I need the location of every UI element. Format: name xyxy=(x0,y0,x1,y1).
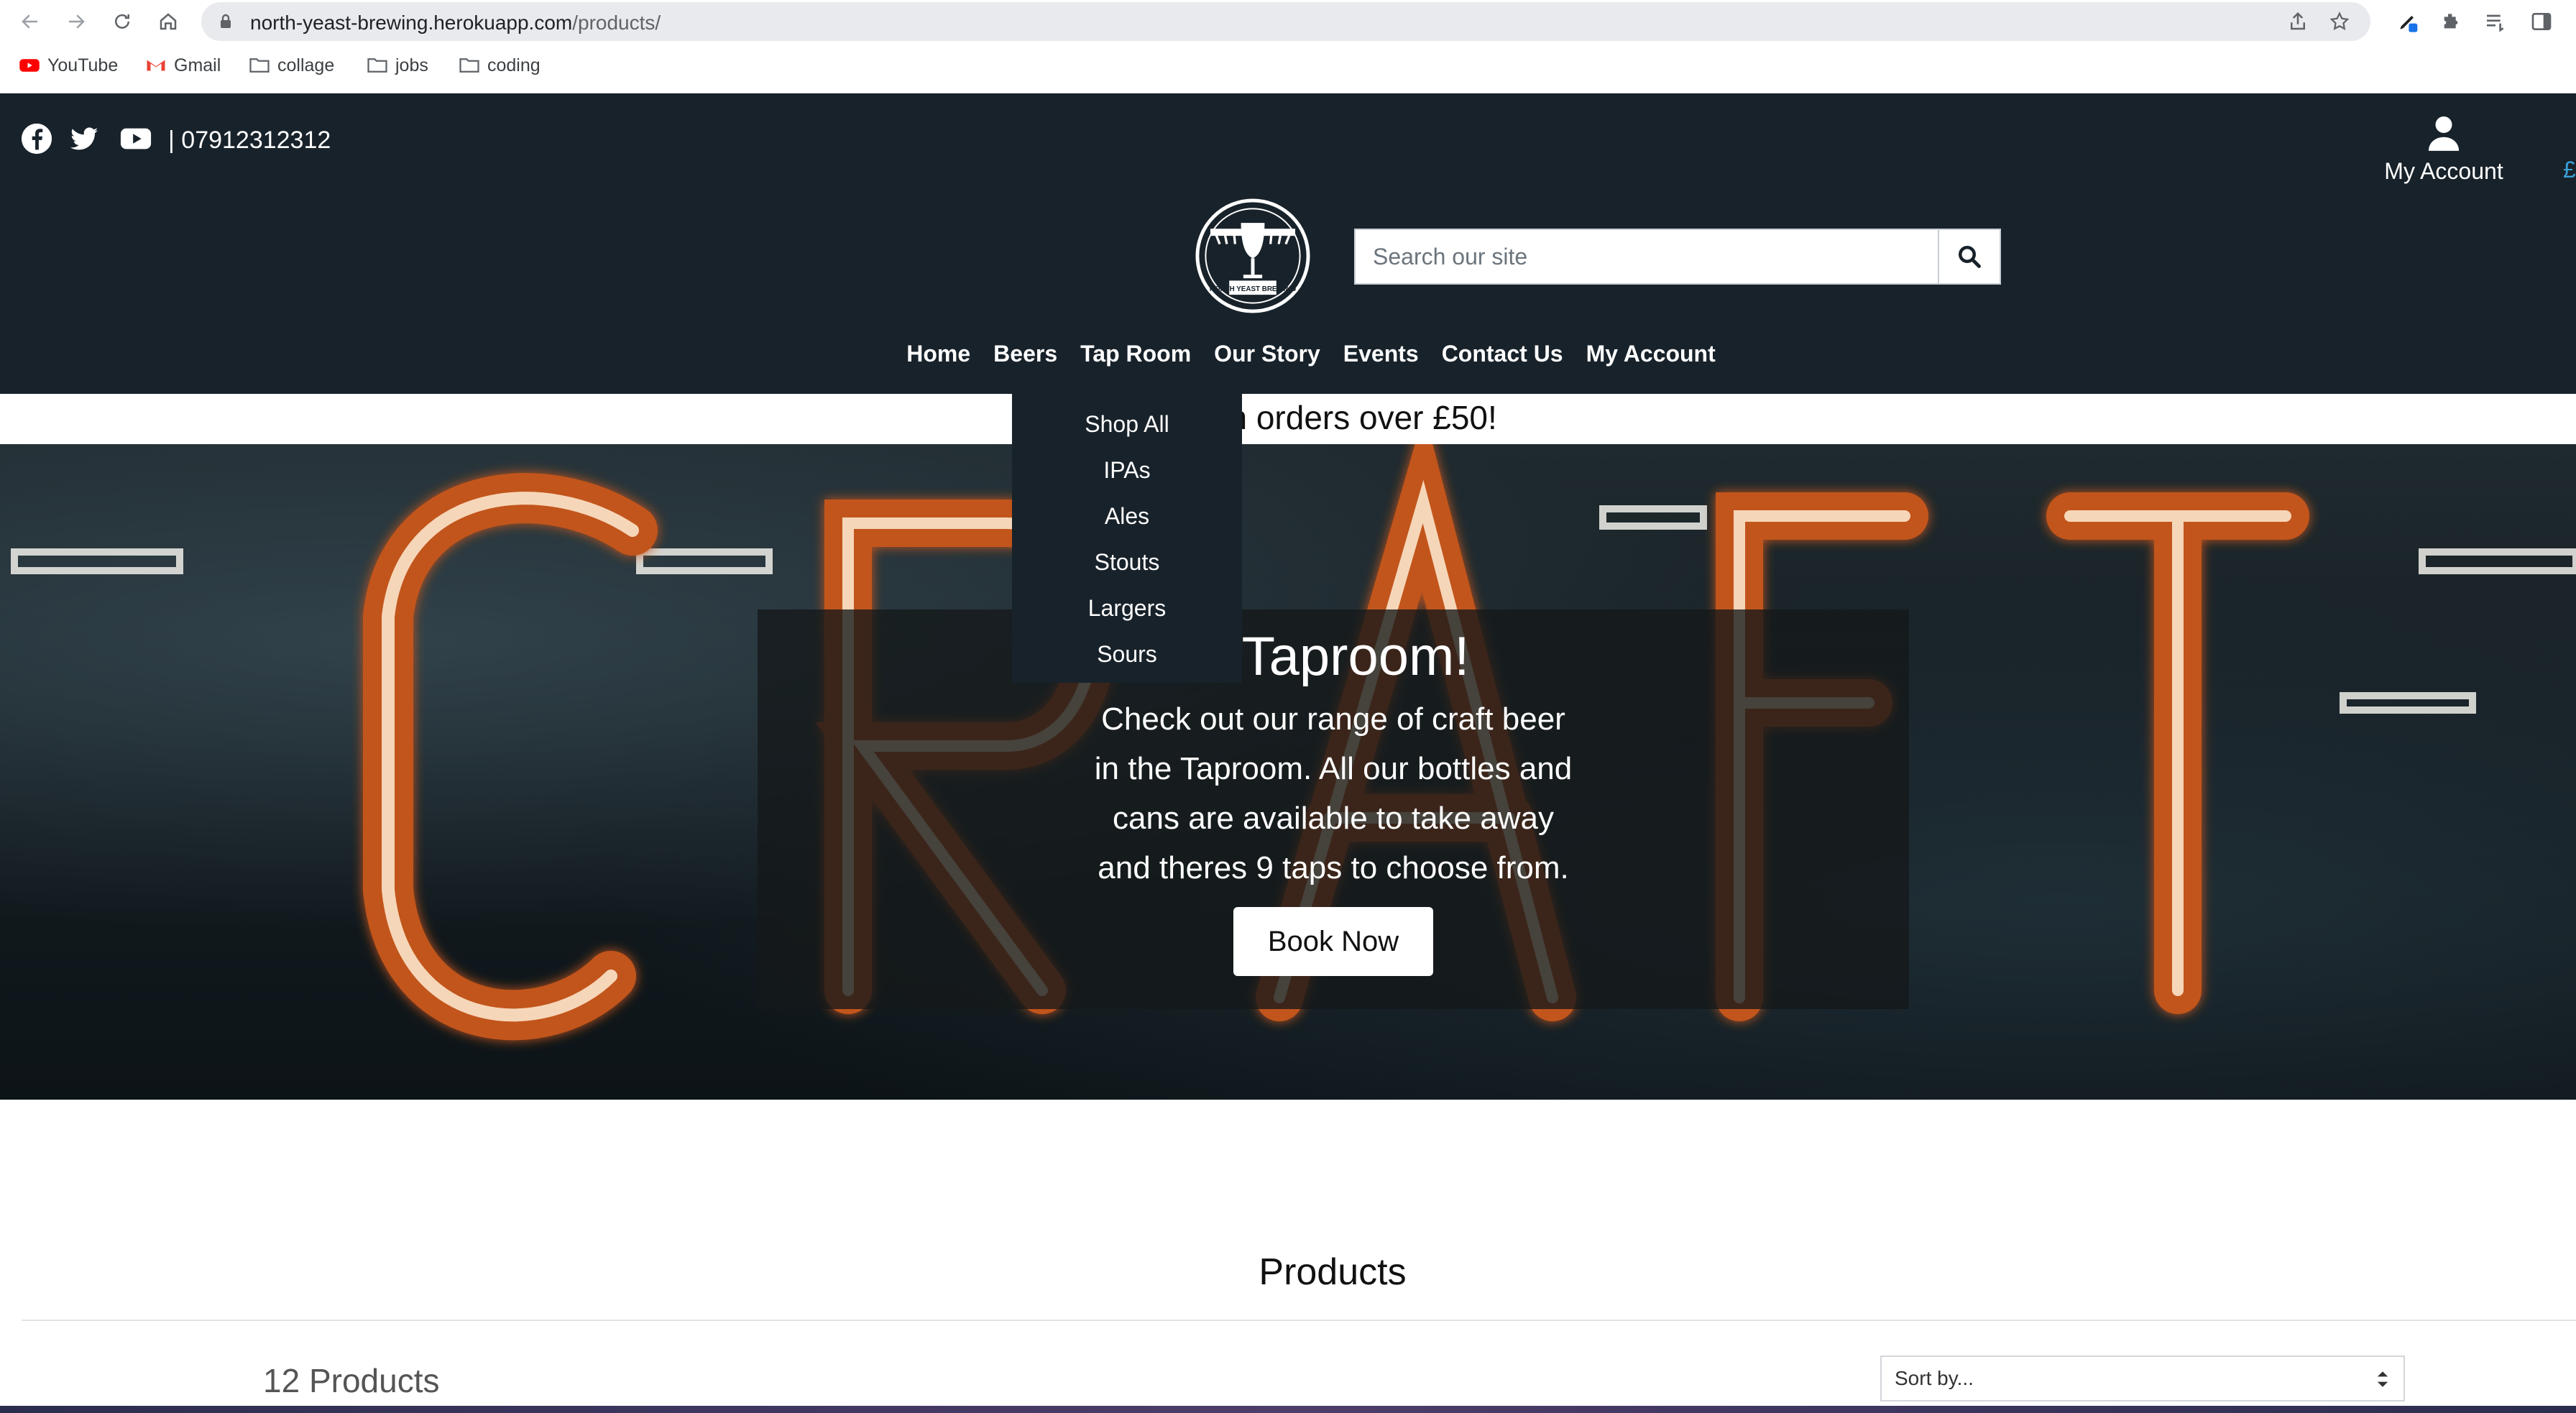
side-panel-icon[interactable] xyxy=(2530,10,2553,33)
nav-contact-us[interactable]: Contact Us xyxy=(1442,338,1563,370)
search-button[interactable] xyxy=(1939,229,2001,285)
hero-section: e Taproom! Check out our range of craft … xyxy=(0,444,2576,1100)
bookmark-folder-coding[interactable]: coding xyxy=(459,55,540,76)
folder-icon xyxy=(459,58,479,73)
folder-icon xyxy=(249,58,270,73)
window-bottom-edge xyxy=(0,1406,2576,1413)
delivery-banner: ery on orders over £50! xyxy=(0,394,2576,444)
nav-events[interactable]: Events xyxy=(1343,338,1419,370)
home-button[interactable] xyxy=(152,6,184,37)
section-divider xyxy=(22,1320,2576,1321)
star-icon[interactable] xyxy=(2329,11,2350,32)
reload-icon xyxy=(115,14,129,29)
nav-my-account[interactable]: My Account xyxy=(1586,338,1716,370)
main-navigation: Home Beers Tap Room Our Story Events Con… xyxy=(0,338,2576,370)
my-account-link[interactable]: My Account xyxy=(2372,115,2516,185)
dropdown-item-ales[interactable]: Ales xyxy=(1012,496,1242,542)
dropdown-item-ipas[interactable]: IPAs xyxy=(1012,450,1242,496)
search-input[interactable] xyxy=(1354,229,1939,285)
arrow-right-icon xyxy=(69,14,85,29)
extensions-puzzle-icon[interactable] xyxy=(2439,10,2462,33)
browser-toolbar: north-yeast-brewing.herokuapp.com/produc… xyxy=(0,0,2576,43)
back-button[interactable] xyxy=(14,6,46,37)
select-caret-icon xyxy=(2377,1371,2388,1387)
book-now-button[interactable]: Book Now xyxy=(1233,907,1433,976)
url-text: north-yeast-brewing.herokuapp.com/produc… xyxy=(250,11,661,34)
bookmark-label: YouTube xyxy=(47,55,119,75)
youtube-icon xyxy=(19,59,40,72)
basket-total-partial[interactable]: £ xyxy=(2563,157,2576,183)
hero-card: e Taproom! Check out our range of craft … xyxy=(758,609,1909,1009)
site-search xyxy=(1354,229,2001,285)
sort-select[interactable]: Sort by... xyxy=(1880,1356,2405,1402)
bookmarks-bar: YouTube Gmail collage jobs coding xyxy=(0,43,2576,93)
product-count: 12 Products xyxy=(263,1362,440,1399)
search-icon xyxy=(1959,246,1981,268)
nav-home[interactable]: Home xyxy=(906,338,970,370)
share-icon[interactable] xyxy=(2287,11,2309,32)
reading-list-icon[interactable] xyxy=(2484,10,2507,33)
bookmark-label: jobs xyxy=(395,55,428,75)
bookmark-folder-jobs[interactable]: jobs xyxy=(367,55,428,76)
nav-beers[interactable]: Beers xyxy=(993,338,1057,370)
youtube-social-icon[interactable] xyxy=(118,122,154,155)
bookmark-label: Gmail xyxy=(174,55,221,75)
dropdown-item-largers[interactable]: Largers xyxy=(1012,588,1242,634)
twitter-icon[interactable] xyxy=(68,122,101,155)
home-icon xyxy=(160,13,177,30)
arrow-left-icon xyxy=(22,14,37,29)
hero-title: e Taproom! xyxy=(1197,626,1470,687)
user-icon xyxy=(2428,116,2460,151)
logo-text: NORTH YEAST BREWING xyxy=(1210,285,1297,293)
dropdown-item-shop-all[interactable]: Shop All xyxy=(1012,404,1242,450)
bookmark-gmail[interactable]: Gmail xyxy=(145,55,221,76)
extension-pen-icon[interactable] xyxy=(2396,10,2419,33)
products-heading: Products xyxy=(1259,1251,1407,1293)
hero-description: Check out our range of craft beer in the… xyxy=(1094,701,1573,885)
facebook-icon[interactable] xyxy=(20,122,53,155)
gmail-icon xyxy=(147,60,165,71)
beers-dropdown-menu: Shop All IPAs Ales Stouts Largers Sours xyxy=(1012,394,1242,683)
lock-icon xyxy=(221,14,231,28)
bookmark-label: collage xyxy=(277,55,335,75)
bookmark-youtube[interactable]: YouTube xyxy=(19,55,118,76)
brewery-logo[interactable]: NORTH YEAST BREWING xyxy=(1194,197,1312,315)
nav-tap-room[interactable]: Tap Room xyxy=(1080,338,1191,370)
bookmark-label: coding xyxy=(487,55,540,75)
bookmark-folder-collage[interactable]: collage xyxy=(249,55,334,76)
site-header: | 07912312312 My Account £ NORTH YEAST B… xyxy=(0,93,2576,394)
dropdown-item-stouts[interactable]: Stouts xyxy=(1012,542,1242,588)
folder-icon xyxy=(367,58,387,73)
my-account-label: My Account xyxy=(2384,158,2503,184)
sort-select-value: Sort by... xyxy=(1895,1367,1974,1389)
address-bar[interactable]: north-yeast-brewing.herokuapp.com/produc… xyxy=(201,2,2370,41)
dropdown-item-sours[interactable]: Sours xyxy=(1012,634,1242,680)
forward-button[interactable] xyxy=(60,6,92,37)
nav-our-story[interactable]: Our Story xyxy=(1214,338,1320,370)
reload-button[interactable] xyxy=(106,6,138,37)
phone-number: | 07912312312 xyxy=(168,126,331,154)
